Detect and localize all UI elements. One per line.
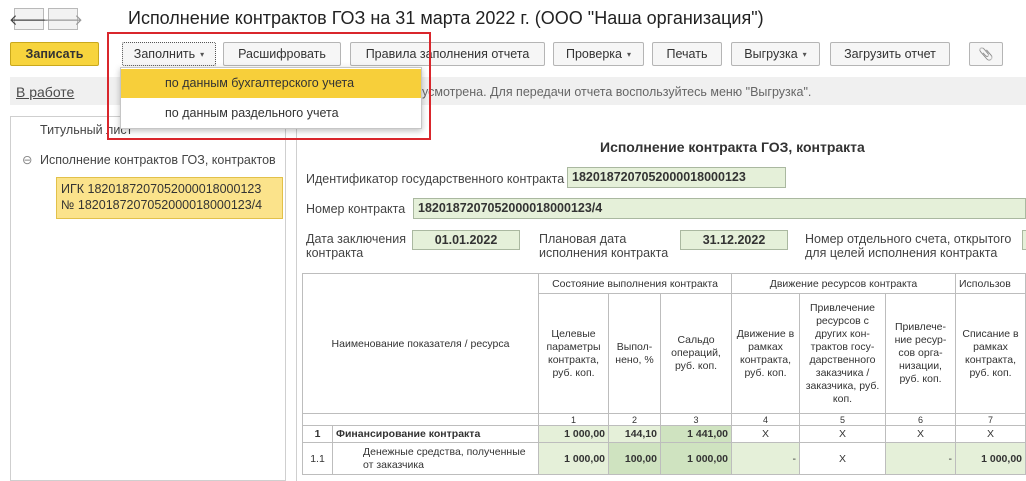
row-code: 1.1 [302,442,333,475]
column-number: 1 [538,413,609,426]
planned-date-label: Плановая дата исполнения контракта [539,232,669,260]
export-button-label: Выгрузка [744,47,798,61]
column-header-attraction-other: Привлечение ресурсов с других кон-тракто… [799,293,886,414]
indicator-name-header: Наименование показателя / ресурса [302,273,539,414]
column-header-balance: Сальдо операций, руб. коп. [660,293,732,414]
back-button[interactable]: 🡐 [9,8,49,30]
conclusion-date-label: Дата заключения контракта [306,232,406,260]
page-title: Исполнение контрактов ГОЗ на 31 марта 20… [128,8,764,28]
group-header-execution-state: Состояние выполнения контракта [538,273,732,294]
cell-done-percent[interactable]: 144,10 [608,425,661,443]
conclusion-date-field[interactable]: 01.01.2022 [412,230,520,250]
separate-account-label: Номер отдельного счета, открытого для це… [805,232,1012,260]
row-name: Денежные средства, полученные от заказчи… [332,442,539,475]
column-header-write-off: Списание в рамках контракта, руб. коп. [955,293,1026,414]
collapse-icon[interactable]: ⊖ [22,152,32,167]
cell-movement[interactable]: - [731,442,800,475]
cell-attraction-org[interactable]: - [885,442,956,475]
column-header-target: Целевые параметры контракта, руб. коп. [538,293,609,414]
column-number: 6 [885,413,956,426]
sidebar-item-selected-contract[interactable]: ИГК 1820187207052000018000123 № 18201872… [56,177,283,219]
paperclip-icon: 📎 [978,47,994,61]
column-number: 5 [799,413,886,426]
report-state-link[interactable]: В работе [16,84,74,100]
contract-id-label: Идентификатор государственного контракта [306,172,565,186]
column-header-done-percent: Выпол-нено, % [608,293,661,414]
column-number-empty [302,413,539,426]
forward-button[interactable]: 🡒 [43,8,83,30]
upload-report-button[interactable]: Загрузить отчет [830,42,950,66]
attach-button[interactable]: 📎 [969,42,1003,66]
group-header-resource-movement: Движение ресурсов контракта [731,273,956,294]
group-header-usage: Использов [955,273,1026,294]
column-header-attraction-org: Привлече-ние ресур-сов орга-низации, руб… [885,293,956,414]
contract-id-field[interactable]: 1820187207052000018000123 [567,167,786,188]
separate-account-field[interactable] [1022,230,1026,250]
cell-attraction-org: X [885,425,956,443]
cell-done-percent[interactable]: 100,00 [608,442,661,475]
chevron-down-icon: ▾ [802,49,807,59]
row-code: 1 [302,425,333,443]
cell-balance[interactable]: 1 000,00 [660,442,732,475]
cell-target[interactable]: 1 000,00 [538,442,609,475]
highlight-frame [107,32,431,140]
cell-target[interactable]: 1 000,00 [538,425,609,443]
sections-sidebar [10,116,286,481]
column-number: 3 [660,413,732,426]
cell-balance[interactable]: 1 441,00 [660,425,732,443]
status-message: усмотрена. Для передачи отчета воспользу… [422,85,812,99]
print-button[interactable]: Печать [652,42,722,66]
cell-movement: X [731,425,800,443]
row-name: Финансирование контракта [332,425,539,443]
contract-number-field[interactable]: 1820187207052000018000123/4 [413,198,1026,219]
table-row: 1 Финансирование контракта 1 000,00 144,… [302,425,1026,443]
cell-write-off: X [955,425,1026,443]
cell-attraction-other: X [799,425,886,443]
export-button[interactable]: Выгрузка ▾ [731,42,820,66]
column-header-movement: Движение в рамках контракта, руб. коп. [731,293,800,414]
check-button[interactable]: Проверка ▾ [553,42,644,66]
arrow-right-icon: 🡒 [42,11,84,29]
planned-date-field[interactable]: 31.12.2022 [680,230,788,250]
sidebar-item-contracts-section[interactable]: Исполнение контрактов ГОЗ, контрактов [40,153,276,167]
contract-number-label: Номер контракта [306,202,406,216]
table-row: 1.1 Денежные средства, полученные от зак… [302,442,1026,475]
cell-attraction-other: X [799,442,886,475]
column-number: 2 [608,413,661,426]
contract-execution-table: Наименование показателя / ресурса Состоя… [302,273,1026,475]
chevron-down-icon: ▾ [626,49,631,59]
check-button-label: Проверка [565,47,622,61]
column-number: 7 [955,413,1026,426]
form-title: Исполнение контракта ГОЗ, контракта [600,139,865,155]
cell-write-off[interactable]: 1 000,00 [955,442,1026,475]
save-button[interactable]: Записать [10,42,99,66]
column-number: 4 [731,413,800,426]
